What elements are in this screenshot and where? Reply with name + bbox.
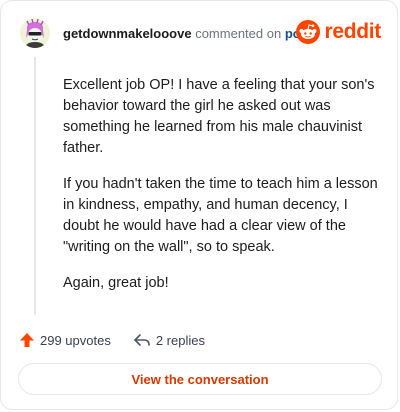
thread-line [34, 57, 36, 315]
comment-header: getdownmakelooove commented on post [63, 26, 312, 42]
commented-on-text: commented on [195, 26, 282, 41]
comment-paragraph: Excellent job OP! I have a feeling that … [63, 77, 375, 156]
avatar-image-icon [20, 18, 50, 48]
upvote-arrow-icon [20, 333, 34, 347]
username-link[interactable]: getdownmakelooove [63, 26, 192, 41]
reddit-snoo-icon [296, 20, 321, 44]
upvote-button[interactable]: 299 upvotes [19, 332, 111, 348]
reply-arrow-icon [134, 334, 150, 346]
comment-paragraph: Again, great job! [63, 275, 169, 291]
replies-count: 2 replies [155, 332, 205, 348]
reddit-logo[interactable]: reddit [296, 20, 381, 44]
comment-paragraph: If you hadn't taken the time to teach hi… [63, 176, 378, 255]
user-avatar[interactable] [20, 18, 50, 48]
comment-actions: 299 upvotes 2 replies [19, 332, 205, 348]
comment-card: getdownmakelooove commented on post redd… [0, 0, 398, 410]
comment-body: Excellent job OP! I have a feeling that … [63, 75, 381, 309]
reddit-wordmark: reddit [324, 20, 381, 43]
upvote-count: 299 upvotes [40, 332, 111, 348]
view-conversation-button[interactable]: View the conversation [18, 363, 382, 395]
replies-button[interactable]: 2 replies [133, 332, 205, 348]
